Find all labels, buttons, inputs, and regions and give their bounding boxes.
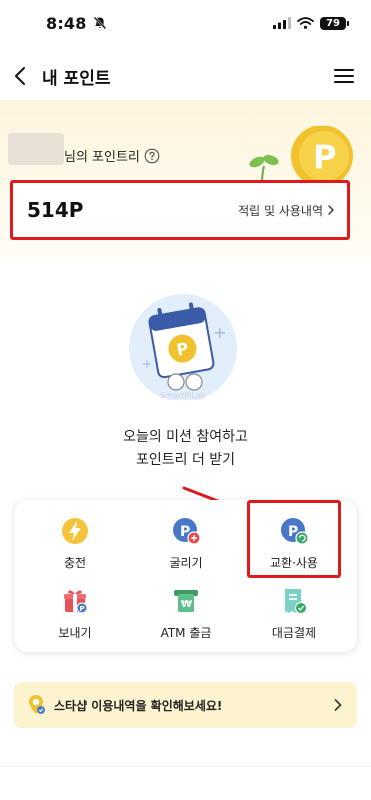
mission-calendar-icon[interactable]: + + P SmartMLab bbox=[118, 290, 248, 400]
signal-icon bbox=[273, 17, 291, 29]
bottom-divider bbox=[0, 766, 371, 767]
atm-cash-icon: ₩ bbox=[174, 590, 198, 612]
watermark-text: SmartMLab bbox=[160, 391, 206, 400]
atm-label: ATM 출금 bbox=[160, 626, 212, 640]
send-button[interactable]: P 보내기 bbox=[33, 586, 117, 650]
charge-label: 충전 bbox=[63, 556, 87, 570]
banner-text: 스타샵 이용내역을 확인해보세요! bbox=[54, 698, 223, 713]
svg-text:₩: ₩ bbox=[181, 599, 192, 610]
user-name-blurred bbox=[8, 133, 64, 165]
svg-text:P: P bbox=[80, 605, 85, 613]
grow-label: 굴리기 bbox=[169, 556, 203, 570]
help-icon[interactable] bbox=[144, 148, 160, 164]
nav-bar: 내 포인트 bbox=[0, 52, 371, 100]
bill-payment-label: 대금결제 bbox=[271, 626, 317, 640]
status-bar: 8:48 79 bbox=[0, 0, 371, 46]
status-time: 8:48 bbox=[46, 13, 87, 33]
point-summary-section: 님의 포인트리 P 514P 적립 및 사용내역 bbox=[0, 100, 371, 265]
status-icons: 79 bbox=[273, 16, 349, 30]
back-icon[interactable] bbox=[10, 65, 32, 87]
bill-payment-button[interactable]: 대금결제 bbox=[252, 586, 336, 650]
grow-button[interactable]: P 굴리기 bbox=[144, 516, 228, 580]
starshop-banner[interactable]: 스타샵 이용내역을 확인해보세요! bbox=[14, 682, 357, 728]
wifi-icon bbox=[297, 17, 314, 29]
action-menu-card: 충전 P 굴리기 P 교환·사용 P 보내기 ₩ ATM 출금 대금결제 bbox=[14, 500, 357, 652]
svg-text:P: P bbox=[313, 138, 336, 176]
mission-description: 오늘의 미션 참여하고 포인트리 더 받기 bbox=[0, 426, 371, 472]
history-link[interactable]: 적립 및 사용내역 bbox=[238, 202, 335, 219]
store-location-icon bbox=[29, 695, 45, 714]
point-balance-box[interactable]: 514P 적립 및 사용내역 bbox=[10, 180, 350, 240]
point-plus-icon: P bbox=[173, 518, 201, 545]
point-balance: 514P bbox=[27, 198, 84, 222]
menu-icon[interactable] bbox=[333, 65, 355, 87]
point-title-text: 님의 포인트리 bbox=[64, 150, 140, 165]
svg-text:+: + bbox=[142, 357, 152, 371]
history-link-label: 적립 및 사용내역 bbox=[238, 203, 323, 218]
charge-button[interactable]: 충전 bbox=[33, 516, 117, 580]
battery-level: 79 bbox=[320, 16, 346, 30]
lightning-icon bbox=[62, 518, 88, 544]
mission-line-2: 포인트리 더 받기 bbox=[135, 452, 236, 468]
point-title: 님의 포인트리 bbox=[64, 146, 160, 165]
chevron-right-icon bbox=[328, 205, 334, 215]
battery-indicator: 79 bbox=[320, 16, 349, 30]
gift-icon: P bbox=[64, 590, 88, 614]
send-label: 보내기 bbox=[58, 626, 92, 640]
bell-off-icon bbox=[93, 16, 106, 30]
battery-tip bbox=[347, 20, 349, 26]
page-title: 내 포인트 bbox=[42, 68, 111, 89]
exchange-highlight-annotation bbox=[247, 500, 341, 578]
chevron-right-icon bbox=[334, 699, 342, 711]
atm-withdraw-button[interactable]: ₩ ATM 출금 bbox=[144, 586, 228, 650]
bill-icon bbox=[285, 589, 307, 614]
mission-line-1: 오늘의 미션 참여하고 bbox=[123, 429, 248, 445]
svg-text:+: + bbox=[213, 323, 226, 342]
